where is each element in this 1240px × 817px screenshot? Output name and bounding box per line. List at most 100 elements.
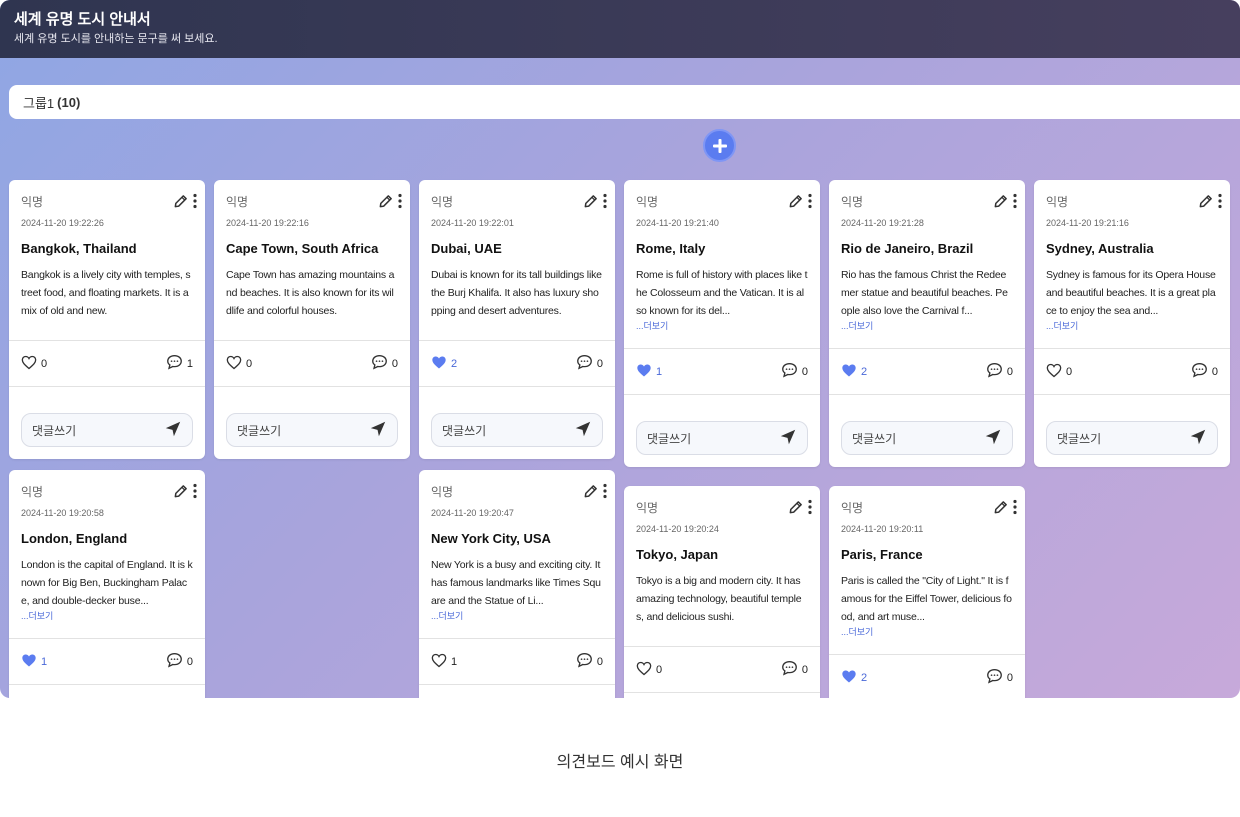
like-button[interactable]: 0 (636, 661, 662, 679)
read-more-link[interactable]: ...더보기 (841, 626, 1013, 638)
post-body: Rio has the famous Christ the Redeemer s… (841, 269, 1008, 317)
padlet-board: 세계 유명 도시 안내서 세계 유명 도시를 안내하는 문구를 써 보세요. 그… (0, 0, 1240, 698)
post-card[interactable]: 익명 2024-11-20 19:20:11 Paris, France Par… (829, 486, 1025, 698)
comment-input[interactable]: 댓글쓰기 (21, 413, 193, 447)
post-body: Tokyo is a big and modern city. It has a… (636, 575, 802, 623)
post-date: 2024-11-20 19:22:16 (226, 218, 309, 228)
like-button[interactable]: 0 (21, 355, 47, 373)
comment-button[interactable]: 0 (781, 660, 808, 679)
like-button[interactable]: 2 (431, 355, 457, 373)
comment-button[interactable]: 0 (166, 652, 193, 671)
comment-button[interactable]: 0 (986, 362, 1013, 381)
read-more-link[interactable]: ...더보기 (21, 610, 193, 622)
comment-bubble-icon (986, 362, 1003, 381)
comment-input[interactable]: 댓글쓰기 (431, 413, 603, 447)
read-more-link[interactable]: ...더보기 (636, 320, 808, 332)
post-card[interactable]: 익명 2024-11-20 19:20:47 New York City, US… (419, 470, 615, 698)
post-card[interactable]: 익명 2024-11-20 19:20:24 Tokyo, Japan Toky… (624, 486, 820, 698)
like-button[interactable]: 1 (431, 653, 457, 671)
post-tools (1198, 193, 1222, 214)
edit-pencil-icon[interactable] (788, 194, 803, 214)
edit-pencil-icon[interactable] (173, 484, 188, 504)
more-options-icon[interactable] (1013, 499, 1017, 520)
comment-input[interactable]: 댓글쓰기 (226, 413, 398, 447)
send-icon[interactable] (369, 420, 387, 441)
post-card[interactable]: 익명 2024-11-20 19:22:01 Dubai, UAE Dubai … (419, 180, 615, 459)
more-options-icon[interactable] (193, 483, 197, 504)
send-icon[interactable] (164, 420, 182, 441)
edit-pencil-icon[interactable] (1198, 194, 1213, 214)
edit-pencil-icon[interactable] (788, 500, 803, 520)
post-card[interactable]: 익명 2024-11-20 19:22:26 Bangkok, Thailand… (9, 180, 205, 459)
post-date: 2024-11-20 19:21:40 (636, 218, 719, 228)
send-icon[interactable] (984, 428, 1002, 449)
more-options-icon[interactable] (808, 499, 812, 520)
comment-button[interactable]: 1 (166, 354, 193, 373)
edit-pencil-icon[interactable] (993, 500, 1008, 520)
post-content: 익명 2024-11-20 19:22:26 Bangkok, Thailand… (9, 180, 205, 340)
board-title: 세계 유명 도시 안내서 (14, 11, 151, 28)
post-content: 익명 2024-11-20 19:20:47 New York City, US… (419, 470, 615, 638)
comment-area: 댓글쓰기 (1034, 394, 1230, 467)
post-actions: 2 0 (829, 654, 1025, 698)
comment-input[interactable]: 댓글쓰기 (1046, 421, 1218, 455)
post-title: New York City, USA (431, 531, 551, 546)
heart-icon (841, 669, 857, 687)
like-button[interactable]: 2 (841, 669, 867, 687)
comment-input[interactable]: 댓글쓰기 (841, 421, 1013, 455)
post-card[interactable]: 익명 2024-11-20 19:21:16 Sydney, Australia… (1034, 180, 1230, 467)
more-options-icon[interactable] (808, 193, 812, 214)
comment-button[interactable]: 0 (986, 668, 1013, 687)
post-title: Bangkok, Thailand (21, 241, 137, 256)
comment-count: 0 (1211, 365, 1218, 378)
post-tools (378, 193, 402, 214)
post-date: 2024-11-20 19:21:16 (1046, 218, 1129, 228)
post-content: 익명 2024-11-20 19:21:28 Rio de Janeiro, B… (829, 180, 1025, 348)
send-icon[interactable] (574, 420, 592, 441)
like-button[interactable]: 0 (1046, 363, 1072, 381)
read-more-link[interactable]: ...더보기 (431, 610, 603, 622)
more-options-icon[interactable] (1013, 193, 1017, 214)
more-options-icon[interactable] (603, 193, 607, 214)
read-more-link[interactable]: ...더보기 (1046, 320, 1218, 332)
group-header[interactable]: 그룹1 (10) (9, 85, 1240, 119)
comment-bubble-icon (986, 668, 1003, 687)
edit-pencil-icon[interactable] (993, 194, 1008, 214)
comment-button[interactable]: 0 (576, 652, 603, 671)
post-card[interactable]: 익명 2024-11-20 19:21:40 Rome, Italy Rome … (624, 180, 820, 467)
more-options-icon[interactable] (398, 193, 402, 214)
post-tools (993, 499, 1017, 520)
comment-button[interactable]: 0 (781, 362, 808, 381)
post-content: 익명 2024-11-20 19:20:24 Tokyo, Japan Toky… (624, 486, 820, 646)
post-card[interactable]: 익명 2024-11-20 19:20:58 London, England L… (9, 470, 205, 698)
edit-pencil-icon[interactable] (583, 194, 598, 214)
more-options-icon[interactable] (193, 193, 197, 214)
comment-area: 댓글쓰기 (214, 386, 410, 459)
add-post-button[interactable] (703, 129, 736, 162)
more-options-icon[interactable] (603, 483, 607, 504)
post-author: 익명 (1046, 195, 1069, 209)
edit-pencil-icon[interactable] (173, 194, 188, 214)
comment-placeholder: 댓글쓰기 (442, 423, 487, 438)
post-card[interactable]: 익명 2024-11-20 19:21:28 Rio de Janeiro, B… (829, 180, 1025, 467)
comment-area: 댓글쓰기 (624, 692, 820, 698)
like-button[interactable]: 2 (841, 363, 867, 381)
send-icon[interactable] (1189, 428, 1207, 449)
post-actions: 0 0 (624, 646, 820, 692)
read-more-link[interactable]: ...더보기 (841, 320, 1013, 332)
like-button[interactable]: 1 (21, 653, 47, 671)
comment-count: 0 (596, 655, 603, 668)
post-date: 2024-11-20 19:20:58 (21, 508, 104, 518)
send-icon[interactable] (779, 428, 797, 449)
more-options-icon[interactable] (1218, 193, 1222, 214)
like-count: 2 (861, 671, 868, 684)
like-button[interactable]: 0 (226, 355, 252, 373)
post-card[interactable]: 익명 2024-11-20 19:22:16 Cape Town, South … (214, 180, 410, 459)
comment-button[interactable]: 0 (576, 354, 603, 373)
comment-input[interactable]: 댓글쓰기 (636, 421, 808, 455)
comment-button[interactable]: 0 (371, 354, 398, 373)
edit-pencil-icon[interactable] (583, 484, 598, 504)
comment-button[interactable]: 0 (1191, 362, 1218, 381)
edit-pencil-icon[interactable] (378, 194, 393, 214)
like-button[interactable]: 1 (636, 363, 662, 381)
